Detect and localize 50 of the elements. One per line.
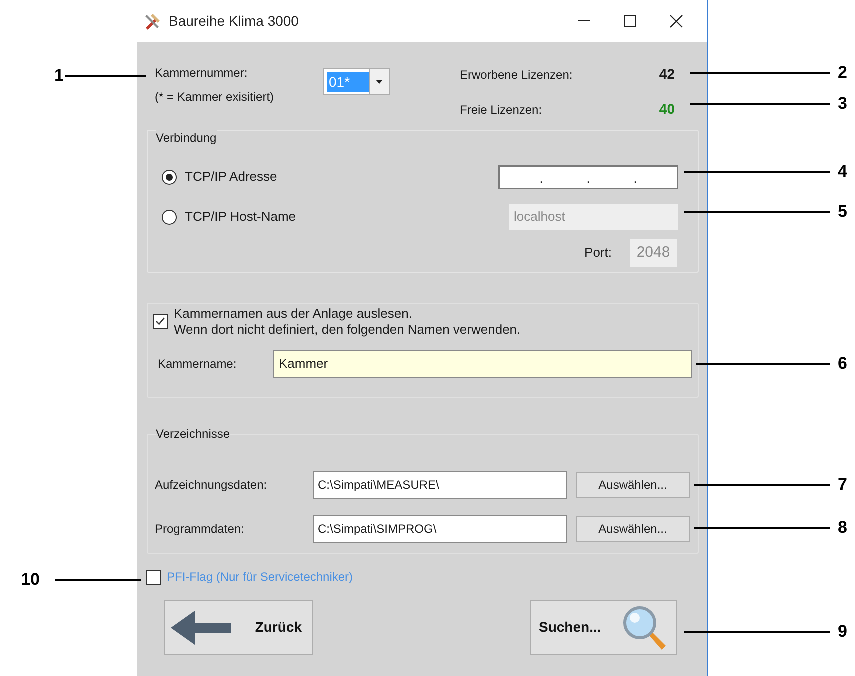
callout-number: 4 — [838, 163, 848, 180]
minimize-icon — [578, 20, 590, 22]
callout-number: 2 — [838, 64, 848, 81]
checkbox-label: Wenn dort nicht definiert, den folgenden Namen verwenden. — [174, 322, 521, 338]
checkbox[interactable] — [146, 570, 161, 584]
callout-number: 10 — [20, 571, 40, 588]
chamber-hint: (* = Kammer exisitiert) — [155, 89, 276, 106]
chamber-number-label: Kammernummer: — [155, 65, 249, 82]
search-button[interactable]: Suchen... — [530, 600, 677, 655]
left-arrow-icon — [169, 608, 233, 646]
license-count: 42 — [659, 65, 675, 84]
ip-address-field[interactable]: . . . — [498, 165, 678, 189]
ip-separator: . — [540, 172, 544, 185]
license-label: Erworbene Lizenzen: — [460, 66, 573, 84]
license-label: Freie Lizenzen: — [460, 102, 542, 118]
dropdown-arrow-icon — [376, 80, 383, 84]
callout-number: 9 — [838, 623, 848, 640]
callout-number: 5 — [838, 203, 848, 220]
callout-number: 1 — [54, 67, 64, 84]
checkbox[interactable] — [153, 314, 168, 329]
checkmark-icon — [155, 316, 166, 327]
directory-path-field[interactable]: C:\Simpati\SIMPROG\ — [313, 515, 567, 543]
callout-number: 3 — [838, 95, 848, 112]
tools-icon — [143, 11, 163, 31]
callout-number: 6 — [838, 355, 848, 372]
port-label: Port: — [584, 244, 612, 262]
chamber-name-label: Kammername: — [158, 356, 238, 373]
callout-number: 8 — [838, 519, 848, 536]
directory-label: Aufzeichnungsdaten: — [154, 477, 268, 494]
license-count: 40 — [659, 100, 675, 119]
group-title: Verbindung — [156, 129, 217, 147]
radio-label: TCP/IP Host-Name — [185, 208, 296, 226]
maximize-icon — [624, 15, 636, 27]
back-button[interactable]: Zurück — [164, 600, 313, 655]
ip-separator: . — [634, 172, 638, 185]
close-icon — [670, 14, 682, 28]
browse-button[interactable]: Auswählen... — [576, 516, 690, 542]
radio-button[interactable] — [162, 210, 177, 224]
pfi-flag-label: PFI-Flag (Nur für Servicetechniker) — [167, 569, 354, 586]
chamber-name-field[interactable]: Kammer — [273, 350, 692, 378]
directory-label: Programmdaten: — [154, 521, 246, 538]
window-title: Baureihe Klima 3000 — [169, 12, 299, 30]
dropdown-value: 01* — [327, 72, 369, 92]
radio-button[interactable] — [162, 170, 177, 184]
radio-label: TCP/IP Adresse — [185, 168, 278, 186]
browse-button[interactable]: Auswählen... — [576, 472, 690, 498]
callout-number: 7 — [838, 476, 848, 493]
ip-separator: . — [586, 172, 590, 185]
checkbox-label: Kammernamen aus der Anlage auslesen. — [174, 306, 414, 322]
directory-path-field[interactable]: C:\Simpati\MEASURE\ — [313, 471, 567, 499]
